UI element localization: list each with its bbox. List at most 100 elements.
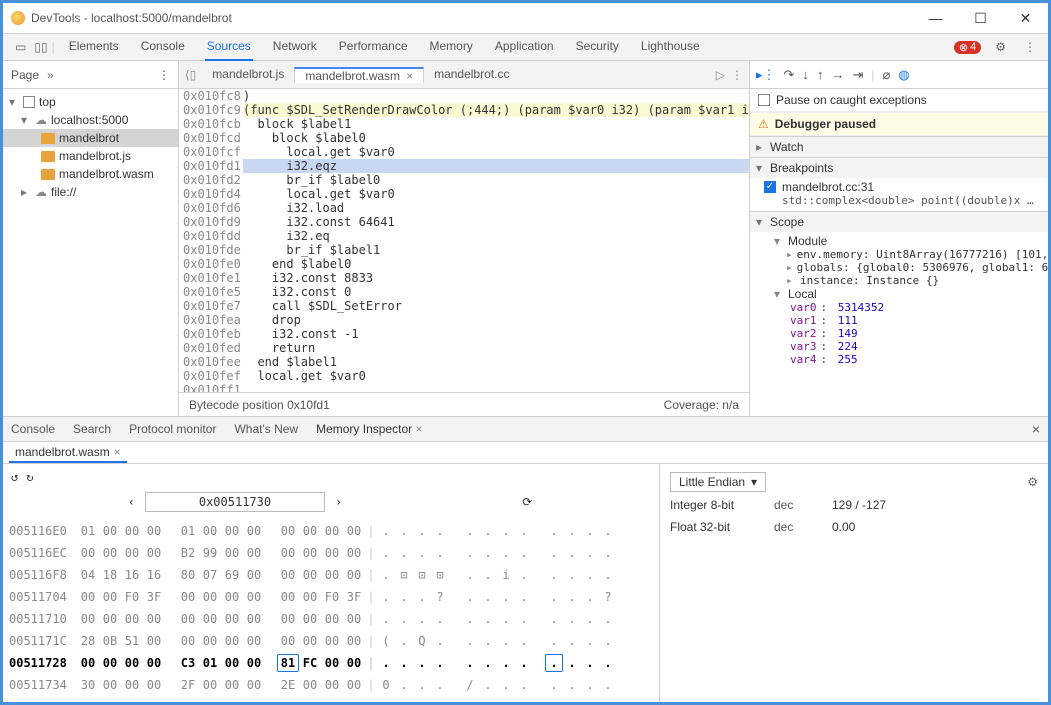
minimize-button[interactable]: — xyxy=(913,3,958,33)
tree-file[interactable]: mandelbrot.js xyxy=(3,147,178,165)
pause-exceptions-icon[interactable]: ◍ xyxy=(898,67,909,83)
hex-row[interactable]: 0051172800000000C301000081FC0000|.......… xyxy=(9,652,651,674)
nav-tab-memory[interactable]: Memory xyxy=(428,33,475,61)
run-snippet-icon[interactable]: ▷ xyxy=(716,68,725,82)
scope-local[interactable]: ▾Local xyxy=(764,287,1042,301)
nav-tab-sources[interactable]: Sources xyxy=(205,33,253,61)
undo-icon[interactable]: ↺ xyxy=(11,470,18,484)
file-tab[interactable]: mandelbrot.wasm× xyxy=(294,67,424,83)
drawer-tab[interactable]: Console xyxy=(11,422,55,436)
hex-row[interactable]: 00511710000000000000000000000000|.......… xyxy=(9,608,651,630)
drawer-tab[interactable]: Memory Inspector × xyxy=(316,422,422,436)
warning-icon: ⚠ xyxy=(758,117,769,131)
pause-caught-row[interactable]: Pause on caught exceptions xyxy=(750,89,1048,112)
checkbox-checked[interactable]: ✓ xyxy=(764,181,776,193)
script-blackbox-icon[interactable]: ⌀ xyxy=(882,67,890,83)
maximize-button[interactable]: ☐ xyxy=(958,3,1003,33)
drawer: Console Search Protocol monitor What's New M… xyxy=(3,416,1048,702)
scope-module-entry[interactable]: ▸globals: {global0: 5306976, global1: 65… xyxy=(764,261,1042,274)
hex-row[interactable]: 005116F8041816168007690000000000|.⊡⊡⊡..i… xyxy=(9,564,651,586)
memory-tab[interactable]: mandelbrot.wasm× xyxy=(9,442,127,463)
gear-icon[interactable]: ⚙ xyxy=(995,40,1006,54)
editor-statusbar: Bytecode position 0x10fd1 Coverage: n/a xyxy=(179,392,749,416)
endian-select[interactable]: Little Endian▾ xyxy=(670,472,766,492)
redo-icon[interactable]: ↻ xyxy=(26,470,33,484)
prev-page-icon[interactable]: ‹ xyxy=(128,495,135,509)
kebab-icon[interactable]: ⋮ xyxy=(731,68,743,82)
hex-row[interactable]: 0051171C280B51000000000000000000|(.Q....… xyxy=(9,630,651,652)
device-toggle-icon[interactable]: ▯▯ xyxy=(34,40,47,54)
kebab-icon[interactable]: ⋮ xyxy=(158,68,170,82)
nav-tab-network[interactable]: Network xyxy=(271,33,319,61)
debugger-sidebar: ▸⋮ ↷ ↓ ↑ → ⇥ | ⌀ ◍ Pause on caught excep… xyxy=(750,61,1048,416)
scope-local-entry[interactable]: var4: 255 xyxy=(764,353,1042,366)
tree-host[interactable]: ▾☁localhost:5000 xyxy=(3,111,178,129)
nav-tab-security[interactable]: Security xyxy=(574,33,621,61)
sources-panel: ⟨▯ mandelbrot.jsmandelbrot.wasm×mandelbr… xyxy=(179,61,750,416)
deactivate-breakpoints-icon[interactable]: ⇥ xyxy=(852,67,863,83)
nav-tab-lighthouse[interactable]: Lighthouse xyxy=(639,33,702,61)
drawer-tab[interactable]: Protocol monitor xyxy=(129,422,216,436)
file-tab[interactable]: mandelbrot.js xyxy=(202,67,294,81)
scope-local-entry[interactable]: var0: 5314352 xyxy=(764,301,1042,314)
scope-local-entry[interactable]: var3: 224 xyxy=(764,340,1042,353)
gear-icon[interactable]: ⚙ xyxy=(1027,475,1038,489)
step-into-icon[interactable]: ↓ xyxy=(802,67,809,82)
close-icon[interactable]: × xyxy=(415,422,422,436)
value-interpreter: Little Endian▾ ⚙ Integer 8-bitdec129 / -… xyxy=(660,464,1048,702)
nav-tab-application[interactable]: Application xyxy=(493,33,556,61)
hex-row[interactable]: 005116E0010000000100000000000000|.......… xyxy=(9,520,651,542)
checkbox-unchecked[interactable] xyxy=(758,94,770,106)
close-icon[interactable]: × xyxy=(406,69,413,83)
step-icon[interactable]: → xyxy=(831,67,844,82)
nav-tab-elements[interactable]: Elements xyxy=(67,33,121,61)
watch-section[interactable]: ▸Watch xyxy=(750,136,1048,157)
navigator-page-tab[interactable]: Page xyxy=(11,68,39,82)
address-input[interactable]: 0x00511730 xyxy=(145,492,325,512)
drawer-tab[interactable]: Search xyxy=(73,422,111,436)
drawer-tab[interactable]: What's New xyxy=(234,422,298,436)
memory-tabs: mandelbrot.wasm× xyxy=(3,442,1048,464)
inspect-icon[interactable]: ▭ xyxy=(15,40,26,54)
breakpoints-section[interactable]: ▾Breakpoints xyxy=(750,157,1048,178)
debugger-toolbar: ▸⋮ ↷ ↓ ↑ → ⇥ | ⌀ ◍ xyxy=(750,61,1048,89)
breakpoint-item[interactable]: ✓ mandelbrot.cc:31 xyxy=(764,180,1042,194)
tree-file[interactable]: mandelbrot.wasm xyxy=(3,165,178,183)
refresh-icon[interactable]: ⟳ xyxy=(522,495,532,509)
next-page-icon[interactable]: › xyxy=(335,495,342,509)
debugger-paused-banner: ⚠ Debugger paused xyxy=(750,112,1048,136)
file-tree: ▾top ▾☁localhost:5000 mandelbrotmandelbr… xyxy=(3,89,178,205)
kebab-icon[interactable]: ⋮ xyxy=(1024,40,1036,54)
scope-module-entry[interactable]: ▸instance: Instance {} xyxy=(764,274,1042,287)
window-titlebar: DevTools - localhost:5000/mandelbrot — ☐… xyxy=(3,3,1048,33)
scope-module[interactable]: ▾Module xyxy=(764,234,1042,248)
hex-row[interactable]: 005117040000F03F000000000000F03F|...?...… xyxy=(9,586,651,608)
hex-row[interactable]: 005116EC00000000B299000000000000|.......… xyxy=(9,542,651,564)
code-editor[interactable]: 0x010fc80x010fc90x010fcb0x010fcd0x010fcf… xyxy=(179,89,749,392)
resume-icon[interactable]: ▸⋮ xyxy=(756,67,776,83)
hex-row[interactable]: 00511734300000002F0000002E000000|0.../..… xyxy=(9,674,651,696)
step-out-icon[interactable]: ↑ xyxy=(817,67,824,82)
scope-local-entry[interactable]: var1: 111 xyxy=(764,314,1042,327)
window-title: DevTools - localhost:5000/mandelbrot xyxy=(31,11,913,25)
scope-local-entry[interactable]: var2: 149 xyxy=(764,327,1042,340)
drawer-close-icon[interactable]: × xyxy=(1032,421,1040,437)
navigator-panel: Page » ⋮ ▾top ▾☁localhost:5000 mandelbro… xyxy=(3,61,179,416)
nav-tab-performance[interactable]: Performance xyxy=(337,33,410,61)
step-over-icon[interactable]: ↷ xyxy=(784,67,795,83)
value-row: Float 32-bitdec0.00 xyxy=(670,516,1038,538)
scope-section[interactable]: ▾Scope xyxy=(750,211,1048,232)
tree-file-scheme[interactable]: ▸☁file:// xyxy=(3,183,178,201)
close-icon[interactable]: × xyxy=(114,445,121,459)
drawer-tabs: Console Search Protocol monitor What's New M… xyxy=(3,417,1048,442)
nav-back-icon[interactable]: ⟨▯ xyxy=(185,68,196,82)
nav-tab-console[interactable]: Console xyxy=(139,33,187,61)
chevron-right-icon[interactable]: » xyxy=(47,68,54,82)
scope-module-entry[interactable]: ▸env.memory: Uint8Array(16777216) [101, … xyxy=(764,248,1042,261)
tree-file[interactable]: mandelbrot xyxy=(3,129,178,147)
tree-top[interactable]: ▾top xyxy=(3,93,178,111)
close-button[interactable]: ✕ xyxy=(1003,3,1048,33)
hex-viewer[interactable]: ↺ ↻ ‹ 0x00511730 › ⟳ 005116E001000000010… xyxy=(3,464,660,702)
error-badge[interactable]: ⊗4 xyxy=(954,41,981,54)
file-tab[interactable]: mandelbrot.cc xyxy=(424,67,519,81)
